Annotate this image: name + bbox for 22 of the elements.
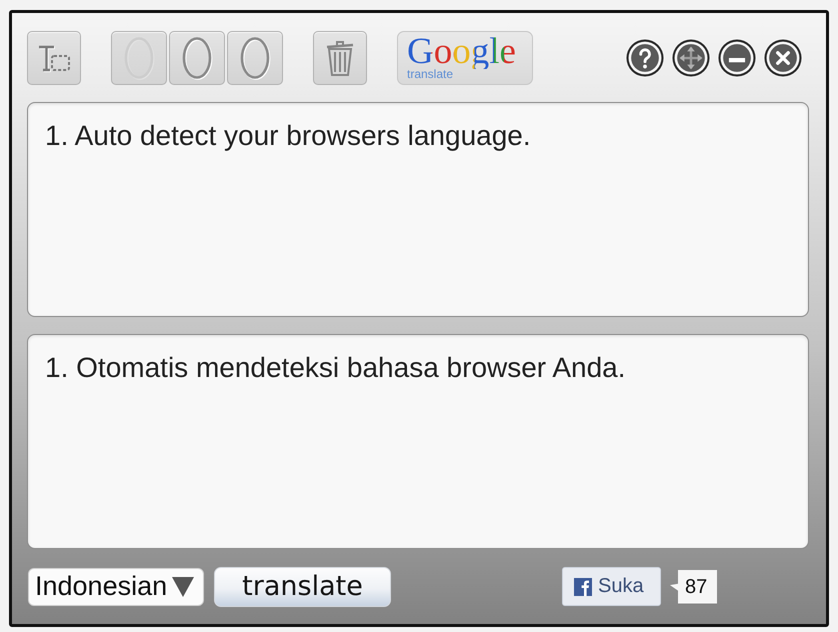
text-size-button[interactable] <box>27 30 81 84</box>
close-icon[interactable] <box>764 38 802 76</box>
minimize-icon[interactable] <box>718 38 756 76</box>
dropdown-triangle-icon <box>172 576 194 596</box>
logo-tile[interactable]: Google translate <box>397 30 533 84</box>
facebook-f-icon <box>574 578 592 596</box>
logo-subtitle: translate <box>407 68 454 80</box>
translate-button[interactable]: translate <box>214 566 391 606</box>
trash-button[interactable] <box>313 30 367 84</box>
trash-icon <box>325 38 355 76</box>
oval-button[interactable] <box>169 30 225 84</box>
oval-icon <box>239 36 271 80</box>
help-icon[interactable] <box>626 38 664 76</box>
source-text-area[interactable]: 1. Auto detect your browsers language. <box>27 102 809 317</box>
like-button[interactable]: Suka <box>562 567 661 606</box>
oval-icon <box>181 36 213 80</box>
translation-text-area[interactable]: 1. Otomatis mendeteksi bahasa browser Anda. <box>27 334 809 549</box>
logo-wordmark: Google <box>407 34 516 68</box>
oval-button[interactable] <box>227 30 283 84</box>
move-arrows-icon[interactable] <box>672 38 710 76</box>
language-select[interactable]: Indonesian <box>28 568 204 606</box>
like-count: 87 <box>670 570 717 604</box>
